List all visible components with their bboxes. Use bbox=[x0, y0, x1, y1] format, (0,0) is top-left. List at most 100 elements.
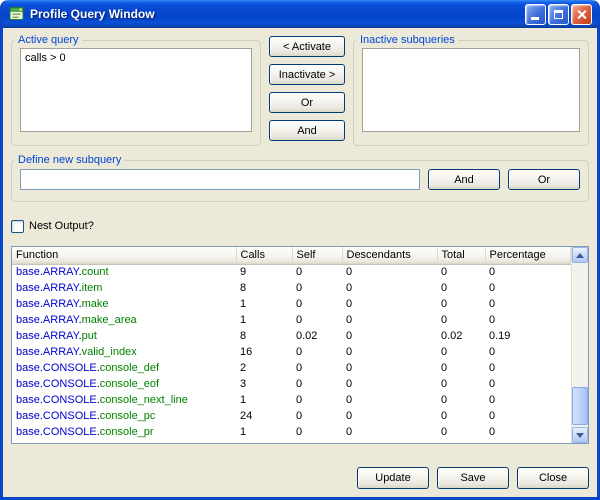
descendants-cell: 0 bbox=[342, 376, 437, 392]
inactive-subqueries-group: Inactive subqueries bbox=[353, 34, 589, 146]
total-cell: 0 bbox=[437, 424, 485, 440]
title-bar[interactable]: Profile Query Window bbox=[3, 0, 597, 28]
self-cell: 0 bbox=[292, 264, 342, 280]
active-query-list[interactable]: calls > 0 bbox=[20, 48, 252, 132]
table-row[interactable]: base.ARRAY.count90000 bbox=[12, 264, 571, 280]
vertical-scrollbar[interactable] bbox=[571, 247, 588, 443]
or-button[interactable]: Or bbox=[269, 92, 345, 113]
scroll-down-button[interactable] bbox=[572, 427, 588, 443]
nest-output-label: Nest Output? bbox=[29, 220, 94, 232]
descendants-cell: 0 bbox=[342, 344, 437, 360]
minimize-button[interactable] bbox=[525, 4, 546, 25]
percentage-cell: 0 bbox=[485, 344, 571, 360]
inactive-subqueries-list[interactable] bbox=[362, 48, 580, 132]
active-query-group: Active query calls > 0 bbox=[11, 34, 261, 146]
calls-cell: 3 bbox=[236, 376, 292, 392]
calls-cell: 24 bbox=[236, 408, 292, 424]
column-header-descendants[interactable]: Descendants bbox=[342, 247, 437, 264]
query-panels-row: Active query calls > 0 < Activate Inacti… bbox=[11, 34, 589, 146]
descendants-cell: 0 bbox=[342, 392, 437, 408]
percentage-cell: 0.19 bbox=[485, 328, 571, 344]
total-cell: 0 bbox=[437, 264, 485, 280]
table-row[interactable]: base.ARRAY.make10000 bbox=[12, 296, 571, 312]
update-button[interactable]: Update bbox=[357, 467, 429, 489]
total-cell: 0 bbox=[437, 408, 485, 424]
maximize-icon bbox=[554, 10, 563, 19]
column-header-calls[interactable]: Calls bbox=[236, 247, 292, 264]
app-icon[interactable] bbox=[9, 6, 25, 22]
column-header-percentage[interactable]: Percentage bbox=[485, 247, 571, 264]
total-cell: 0 bbox=[437, 392, 485, 408]
descendants-cell: 0 bbox=[342, 264, 437, 280]
inactivate-button[interactable]: Inactivate > bbox=[269, 64, 345, 85]
table-row[interactable]: base.CONSOLE.console_eof30000 bbox=[12, 376, 571, 392]
percentage-cell: 0 bbox=[485, 424, 571, 440]
calls-cell: 8 bbox=[236, 280, 292, 296]
table-row[interactable]: base.CONSOLE.console_def20000 bbox=[12, 360, 571, 376]
transfer-buttons: < Activate Inactivate > Or And bbox=[269, 34, 345, 146]
scrollbar-thumb[interactable] bbox=[572, 387, 588, 425]
column-header-total[interactable]: Total bbox=[437, 247, 485, 264]
client-area: Active query calls > 0 < Activate Inacti… bbox=[3, 28, 597, 497]
define-subquery-label: Define new subquery bbox=[15, 154, 124, 166]
table-row[interactable]: base.ARRAY.make_area10000 bbox=[12, 312, 571, 328]
function-cell: base.CONSOLE.console_pr bbox=[12, 424, 236, 440]
query-item[interactable]: calls > 0 bbox=[25, 51, 247, 65]
total-cell: 0 bbox=[437, 344, 485, 360]
self-cell: 0.02 bbox=[292, 328, 342, 344]
function-cell: base.ARRAY.item bbox=[12, 280, 236, 296]
define-subquery-group: Define new subquery And Or bbox=[11, 154, 589, 202]
activate-button[interactable]: < Activate bbox=[269, 36, 345, 57]
footer-buttons: Update Save Close bbox=[11, 467, 589, 489]
close-button[interactable] bbox=[571, 4, 592, 25]
self-cell: 0 bbox=[292, 360, 342, 376]
define-and-button[interactable]: And bbox=[428, 169, 500, 190]
nest-output-row: Nest Output? bbox=[11, 218, 589, 234]
subquery-input[interactable] bbox=[20, 169, 420, 190]
percentage-cell: 0 bbox=[485, 408, 571, 424]
nest-output-checkbox[interactable] bbox=[11, 220, 24, 233]
descendants-cell: 0 bbox=[342, 296, 437, 312]
calls-cell: 1 bbox=[236, 392, 292, 408]
descendants-cell: 0 bbox=[342, 328, 437, 344]
calls-cell: 1 bbox=[236, 424, 292, 440]
self-cell: 0 bbox=[292, 408, 342, 424]
scrollbar-track[interactable] bbox=[572, 263, 588, 427]
table-row[interactable]: base.ARRAY.valid_index160000 bbox=[12, 344, 571, 360]
scroll-up-button[interactable] bbox=[572, 247, 588, 263]
define-or-button[interactable]: Or bbox=[508, 169, 580, 190]
function-cell: base.CONSOLE.console_eof bbox=[12, 376, 236, 392]
calls-cell: 16 bbox=[236, 344, 292, 360]
table-row[interactable]: base.CONSOLE.console_next_line10000 bbox=[12, 392, 571, 408]
table-row[interactable]: base.ARRAY.item80000 bbox=[12, 280, 571, 296]
minimize-icon bbox=[531, 17, 539, 20]
column-header-function[interactable]: Function bbox=[12, 247, 236, 264]
window-controls bbox=[525, 4, 592, 25]
close-icon bbox=[576, 9, 587, 20]
percentage-cell: 0 bbox=[485, 296, 571, 312]
total-cell: 0 bbox=[437, 280, 485, 296]
table-header-row: FunctionCallsSelfDescendantsTotalPercent… bbox=[12, 247, 571, 264]
profile-query-window: Profile Query Window Active query calls … bbox=[0, 0, 600, 500]
percentage-cell: 0 bbox=[485, 264, 571, 280]
calls-cell: 9 bbox=[236, 264, 292, 280]
active-query-label: Active query bbox=[15, 34, 82, 46]
define-subquery-row: And Or bbox=[12, 166, 588, 190]
close-window-button[interactable]: Close bbox=[517, 467, 589, 489]
total-cell: 0.02 bbox=[437, 328, 485, 344]
self-cell: 0 bbox=[292, 376, 342, 392]
maximize-button[interactable] bbox=[548, 4, 569, 25]
self-cell: 0 bbox=[292, 280, 342, 296]
table-row[interactable]: base.CONSOLE.console_pc240000 bbox=[12, 408, 571, 424]
percentage-cell: 0 bbox=[485, 312, 571, 328]
table-row[interactable]: base.ARRAY.put80.0200.020.19 bbox=[12, 328, 571, 344]
arrow-up-icon bbox=[576, 253, 584, 258]
and-button[interactable]: And bbox=[269, 120, 345, 141]
calls-cell: 1 bbox=[236, 296, 292, 312]
calls-cell: 1 bbox=[236, 312, 292, 328]
save-button[interactable]: Save bbox=[437, 467, 509, 489]
descendants-cell: 0 bbox=[342, 280, 437, 296]
function-cell: base.CONSOLE.console_pc bbox=[12, 408, 236, 424]
table-row[interactable]: base.CONSOLE.console_pr10000 bbox=[12, 424, 571, 440]
column-header-self[interactable]: Self bbox=[292, 247, 342, 264]
